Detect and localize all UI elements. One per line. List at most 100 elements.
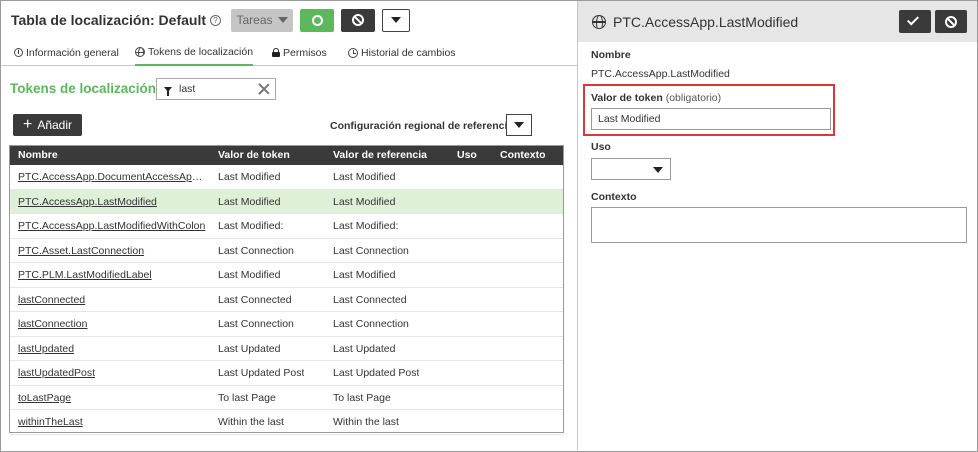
- circle-icon: [311, 14, 323, 26]
- filter-input[interactable]: last: [156, 78, 276, 100]
- ban-icon: [352, 14, 365, 26]
- table-row[interactable]: PTC.AccessApp.DocumentAccessApp.A... Last…: [10, 165, 563, 190]
- table-row[interactable]: lastConnection Last Connection Last Connec…: [10, 312, 563, 337]
- tasks-button[interactable]: Tareas: [231, 8, 294, 32]
- save-button[interactable]: [899, 10, 931, 33]
- reference-value-cell: Last Modified:: [333, 220, 399, 232]
- table-row[interactable]: withinTheLast Within the last Within the l…: [10, 410, 563, 435]
- table-row[interactable]: PTC.PLM.LastModifiedLabel Last Modified La…: [10, 263, 563, 288]
- tokens-grid: Nombre Valor de token Valor de referenci…: [9, 145, 564, 435]
- token-value-label-text: Valor de token: [591, 92, 663, 104]
- caret-down-icon: [277, 17, 288, 23]
- token-value-cell: Last Connection: [218, 318, 294, 330]
- table-row[interactable]: toLastPage To last Page To last Page: [10, 386, 563, 410]
- add-button[interactable]: + Añadir: [13, 114, 82, 136]
- token-value-cell: Last Modified: [218, 171, 281, 183]
- help-icon[interactable]: ?: [210, 14, 222, 26]
- clock-icon: [348, 47, 358, 58]
- token-name-link[interactable]: PTC.AccessApp.LastModified: [18, 190, 206, 214]
- token-value-cell: Last Modified:: [218, 220, 284, 232]
- add-button-label: Añadir: [37, 118, 73, 132]
- token-name-link[interactable]: PTC.Asset.LastConnection: [18, 239, 206, 263]
- tab-localization-tokens[interactable]: Tokens de localización: [135, 39, 254, 66]
- usage-label: Uso: [591, 141, 611, 153]
- token-name-link[interactable]: lastUpdated: [18, 337, 206, 361]
- cancel-button[interactable]: [935, 10, 967, 33]
- info-icon: i: [14, 48, 23, 57]
- token-name-link[interactable]: PTC.AccessApp.DocumentAccessApp.A...: [18, 165, 206, 189]
- token-value-cell: Last Updated: [218, 342, 281, 355]
- reference-value-cell: Last Modified: [333, 269, 396, 281]
- table-row[interactable]: lastUpdated Last Updated Last Updated: [10, 337, 563, 361]
- token-value-cell: Last Connection: [218, 244, 294, 257]
- lock-icon: [272, 48, 280, 57]
- token-value-cell: Last Updated Post: [218, 367, 305, 379]
- reference-value-cell: Last Connection: [333, 318, 409, 330]
- globe-icon: [592, 15, 606, 29]
- grid-body: PTC.AccessApp.DocumentAccessApp.A... Last…: [10, 165, 563, 435]
- context-label: Contexto: [591, 191, 637, 203]
- column-header-token-value[interactable]: Valor de token: [218, 146, 290, 165]
- localization-table-pane: Tabla de localización: Default ? Tareas …: [1, 1, 577, 450]
- token-value-input[interactable]: Last Modified: [591, 108, 831, 130]
- reference-value-cell: Last Modified: [333, 195, 396, 208]
- token-value-cell: Within the last: [218, 416, 284, 428]
- chevron-down-icon: [514, 122, 524, 128]
- table-row[interactable]: PTC.Asset.LastConnection Last Connection L…: [10, 239, 563, 263]
- more-actions-dropdown[interactable]: [382, 8, 411, 32]
- page-title: Tabla de localización: Default: [11, 12, 207, 28]
- tab-label: Tokens de localización: [148, 45, 254, 58]
- reference-value-cell: Within the last: [333, 416, 399, 428]
- ban-icon: [945, 15, 957, 28]
- token-name-link[interactable]: lastConnected: [18, 288, 206, 312]
- chevron-down-icon: [391, 17, 402, 23]
- reference-locale-dropdown[interactable]: [506, 114, 532, 136]
- disable-button[interactable]: [341, 8, 376, 32]
- table-row[interactable]: lastConnected Last Connected Last Connecte…: [10, 288, 563, 312]
- token-detail-pane: PTC.AccessApp.LastModified Nombre PTC.Ac…: [578, 1, 977, 450]
- token-value-cell: Last Modified: [218, 195, 281, 208]
- title-row: Tabla de localización: Default ? Tareas: [11, 8, 411, 32]
- context-textarea[interactable]: [591, 207, 967, 243]
- tab-bar: i Información general Tokens de localiza…: [1, 39, 577, 66]
- tab-permissions[interactable]: Permisos: [272, 39, 327, 66]
- detail-header: PTC.AccessApp.LastModified: [578, 1, 977, 42]
- token-name-link[interactable]: toLastPage: [18, 386, 206, 410]
- token-name-link[interactable]: PTC.AccessApp.LastModifiedWithColon: [18, 214, 206, 238]
- reference-value-cell: To last Page: [333, 391, 391, 404]
- reference-value-cell: Last Updated: [333, 342, 396, 355]
- clear-filter-icon[interactable]: [258, 83, 270, 95]
- tab-general-info[interactable]: i Información general: [14, 39, 119, 66]
- usage-select[interactable]: [591, 158, 671, 180]
- token-name-link[interactable]: PTC.PLM.LastModifiedLabel: [18, 263, 206, 287]
- grid-header: Nombre Valor de token Valor de referenci…: [10, 146, 563, 165]
- activate-button[interactable]: [300, 8, 335, 32]
- tab-label: Permisos: [283, 46, 327, 59]
- plus-icon: +: [22, 116, 33, 133]
- filter-value: last: [179, 83, 196, 95]
- column-header-context[interactable]: Contexto: [500, 146, 546, 165]
- token-name-link[interactable]: lastUpdatedPost: [18, 361, 206, 385]
- name-value: PTC.AccessApp.LastModified: [591, 68, 730, 80]
- reference-value-cell: Last Connection: [333, 244, 409, 257]
- filter-icon: [164, 86, 172, 96]
- token-value-cell: Last Modified: [218, 269, 281, 281]
- column-header-usage[interactable]: Uso: [457, 146, 477, 165]
- table-row[interactable]: PTC.AccessApp.LastModified Last Modified L…: [10, 189, 563, 214]
- reference-locale-label: Configuración regional de referencia: [330, 120, 514, 132]
- tab-change-history[interactable]: Historial de cambios: [348, 39, 456, 66]
- token-name-link[interactable]: withinTheLast: [18, 410, 206, 434]
- reference-value-cell: Last Modified: [333, 171, 396, 183]
- token-value-cell: Last Connected: [218, 293, 292, 306]
- column-header-reference-value[interactable]: Valor de referencia: [333, 146, 427, 165]
- reference-value-cell: Last Updated Post: [333, 367, 420, 379]
- tasks-button-label: Tareas: [236, 13, 273, 27]
- detail-title: PTC.AccessApp.LastModified: [613, 14, 799, 30]
- token-value-cell: To last Page: [218, 391, 276, 404]
- table-row[interactable]: PTC.AccessApp.LastModifiedWithColon Last …: [10, 214, 563, 239]
- reference-value-cell: Last Connected: [333, 293, 407, 306]
- token-name-link[interactable]: lastConnection: [18, 312, 206, 336]
- column-header-name[interactable]: Nombre: [18, 146, 58, 165]
- table-row[interactable]: lastUpdatedPost Last Updated Post Last Upd…: [10, 361, 563, 386]
- tab-label: Información general: [26, 46, 119, 59]
